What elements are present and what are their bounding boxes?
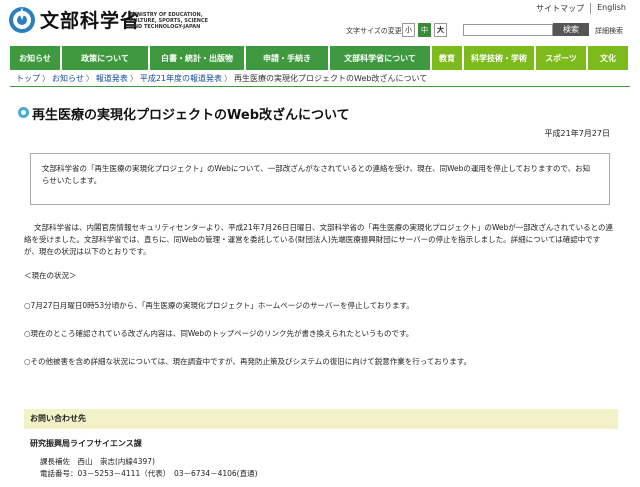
status-item: ○その他被害を含め詳細な状況については、現在調査中ですが、再発防止策及びシステム…: [24, 357, 471, 366]
nav-item-applications[interactable]: 申請・手続き: [246, 46, 328, 70]
nav-item-about[interactable]: 文部科学省について: [330, 46, 430, 70]
breadcrumb-news[interactable]: お知らせ: [52, 74, 84, 83]
title-bullet-icon: [18, 107, 29, 118]
notice-text: 文部科学省の「再生医療の実現化プロジェクト」のWebについて、一部改ざんがなされ…: [42, 164, 591, 185]
utility-links: サイトマップ English: [530, 3, 632, 14]
breadcrumb-press-h21[interactable]: 平成21年度の報道発表: [140, 74, 222, 83]
ministry-logo-icon[interactable]: [8, 6, 36, 34]
breadcrumb-top[interactable]: トップ: [16, 74, 40, 83]
breadcrumb: トップ〉お知らせ〉報道発表〉平成21年度の報道発表〉再生医療の実現化プロジェクト…: [16, 74, 428, 83]
publish-date: 平成21年7月27日: [544, 129, 610, 138]
contact-heading-bar: [24, 409, 618, 429]
main-paragraph: 文部科学省は、内閣官房情報セキュリティセンターより、平成21年7月26日日曜日、…: [24, 223, 614, 256]
logo-english-text: MINISTRY OF EDUCATION, CULTURE, SPORTS, …: [130, 12, 209, 30]
english-link[interactable]: English: [590, 3, 632, 14]
font-size-large-button[interactable]: 大: [434, 23, 447, 37]
search-input[interactable]: [463, 24, 553, 36]
sitemap-link[interactable]: サイトマップ: [530, 3, 590, 14]
contact-person: 課長補佐 西山 崇志(内線4397): [40, 457, 155, 466]
page-title: 再生医療の実現化プロジェクトのWeb改ざんについて: [32, 108, 350, 123]
breadcrumb-divider: [10, 86, 630, 87]
nav-item-news[interactable]: お知らせ: [10, 46, 60, 70]
global-nav: お知らせ 政策について 白書・統計・出版物 申請・手続き 文部科学省について 教…: [10, 46, 630, 70]
contact-phone: 電話番号：03－5253－4111（代表） 03－6734－4106(直通): [40, 469, 258, 478]
font-size-small-button[interactable]: 小: [402, 23, 415, 37]
nav-item-education[interactable]: 教育: [432, 46, 462, 70]
advanced-search-link[interactable]: 詳細検索: [595, 26, 623, 36]
font-size-medium-button[interactable]: 中: [418, 23, 431, 37]
status-item: ○現在のところ確認されている改ざん内容は、同Webのトップページのリンク先が書き…: [24, 329, 414, 338]
logo-text[interactable]: 文部科学省: [40, 6, 140, 33]
nav-item-policy[interactable]: 政策について: [62, 46, 148, 70]
breadcrumb-press[interactable]: 報道発表: [96, 74, 128, 83]
contact-heading: お問い合わせ先: [30, 414, 86, 423]
status-item: ○7月27日月曜日0時53分頃から、「再生医療の実現化プロジェクト」ホームページ…: [24, 301, 414, 310]
nav-item-publications[interactable]: 白書・統計・出版物: [150, 46, 244, 70]
font-size-label: 文字サイズの変更: [346, 27, 402, 35]
nav-item-sports[interactable]: スポーツ: [536, 46, 586, 70]
search-button[interactable]: 検索: [553, 23, 589, 36]
current-status-heading: ＜現在の状況＞: [24, 271, 77, 280]
contact-department: 研究振興局ライフサイエンス課: [30, 439, 142, 448]
breadcrumb-current: 再生医療の実現化プロジェクトのWeb改ざんについて: [234, 74, 428, 83]
nav-item-science[interactable]: 科学技術・学術: [464, 46, 534, 70]
nav-item-culture[interactable]: 文化: [588, 46, 628, 70]
